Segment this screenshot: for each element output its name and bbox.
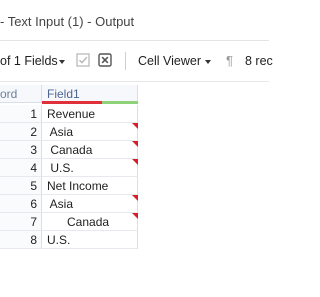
checkbox-icon[interactable] — [76, 53, 90, 67]
column-quality-bar-valid — [102, 101, 138, 104]
records-count: 8 rec — [245, 54, 273, 68]
table-row[interactable]: 4 U.S. — [0, 159, 138, 177]
whitespace-flag-icon — [132, 123, 138, 129]
table-row[interactable]: 1 Revenue — [0, 105, 138, 123]
fields-selector[interactable]: of 1 Fields — [0, 54, 58, 68]
chevron-down-icon[interactable] — [59, 60, 65, 64]
table-row[interactable]: 7 Canada — [0, 213, 138, 231]
viewer-selector[interactable]: Cell Viewer — [138, 54, 201, 68]
whitespace-flag-icon — [132, 195, 138, 201]
window-title: - Text Input (1) - Output — [0, 14, 135, 29]
field1-cell[interactable]: U.S. — [42, 231, 138, 249]
field1-cell[interactable]: Asia — [42, 195, 138, 213]
record-number-cell: 7 — [0, 213, 42, 231]
close-box-icon[interactable] — [98, 53, 112, 67]
column-quality-bar-invalid — [42, 101, 102, 104]
whitespace-flag-icon — [132, 159, 138, 165]
toolbar-divider — [125, 52, 126, 70]
field1-cell[interactable]: Canada — [42, 141, 138, 159]
record-number-cell: 4 — [0, 159, 42, 177]
pilcrow-icon[interactable]: ¶ — [226, 53, 233, 68]
field1-cell[interactable]: Net Income — [42, 177, 138, 195]
field1-cell[interactable]: Revenue — [42, 105, 138, 123]
chevron-down-icon[interactable] — [205, 60, 211, 64]
field1-cell[interactable]: Asia — [42, 123, 138, 141]
table-row[interactable]: 5 Net Income — [0, 177, 138, 195]
field1-cell[interactable]: Canada — [42, 213, 138, 231]
results-toolbar: of 1 Fields Cell Viewer ¶ 8 rec — [0, 42, 273, 82]
record-number-cell: 5 — [0, 177, 42, 195]
field1-cell[interactable]: U.S. — [42, 159, 138, 177]
whitespace-flag-icon — [132, 141, 138, 147]
table-row[interactable]: 6 Asia — [0, 195, 138, 213]
whitespace-flag-icon — [132, 213, 138, 219]
table-row[interactable]: 3 Canada — [0, 141, 138, 159]
record-number-cell: 6 — [0, 195, 42, 213]
record-column-header[interactable]: ord — [0, 85, 42, 103]
record-number-cell: 3 — [0, 141, 42, 159]
window-titlebar: - Text Input (1) - Output — [0, 0, 269, 41]
record-number-cell: 8 — [0, 231, 42, 249]
record-number-cell: 2 — [0, 123, 42, 141]
table-row[interactable]: 2 Asia — [0, 123, 138, 141]
record-number-cell: 1 — [0, 105, 42, 123]
table-row[interactable]: 8 U.S. — [0, 231, 138, 249]
